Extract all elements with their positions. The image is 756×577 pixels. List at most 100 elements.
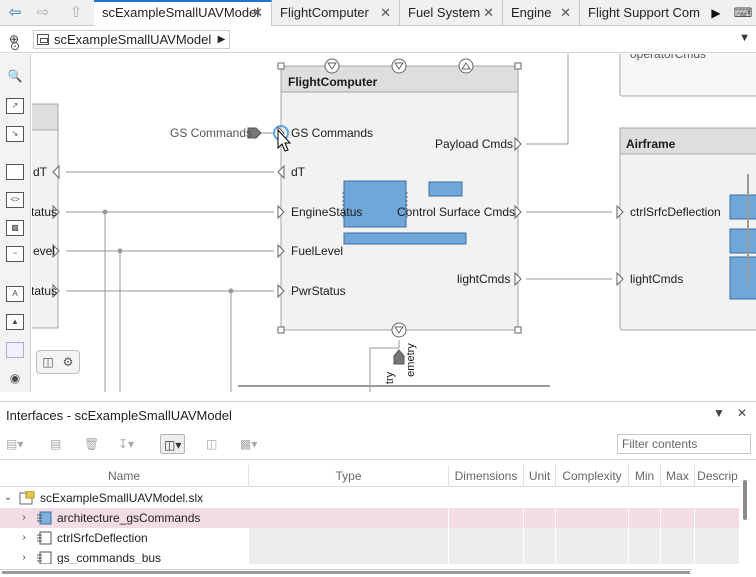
table-vertical-scrollbar[interactable] (743, 480, 747, 520)
tab-engine[interactable]: Engine ✕ (503, 0, 580, 26)
bus-interface-icon (36, 511, 52, 525)
close-icon[interactable]: ✕ (252, 2, 263, 24)
column-header[interactable]: Complexity (556, 465, 629, 487)
component-icon[interactable] (6, 164, 24, 180)
unit-cell[interactable] (524, 548, 556, 564)
column-header[interactable]: Max (661, 465, 695, 487)
column-header[interactable]: Descrip (695, 465, 740, 487)
table-row[interactable]: ⌄ scExampleSmallUAVModel.slx (0, 488, 740, 508)
unit-cell[interactable] (524, 528, 556, 548)
port-label: try (384, 371, 397, 385)
dimensions-cell[interactable] (449, 528, 524, 548)
table-row[interactable]: › ctrlSrfcDeflection (0, 528, 740, 548)
column-header[interactable]: Dimensions (449, 465, 524, 487)
max-cell[interactable] (661, 548, 695, 564)
back-arrow-icon[interactable]: ⇦ (4, 3, 26, 23)
type-cell[interactable] (249, 528, 449, 548)
tab-label: Flight Support Com (588, 5, 700, 20)
tab-flightcomputer[interactable]: FlightComputer ✕ (272, 0, 400, 26)
table-row[interactable]: › gs_commands_bus (0, 548, 740, 564)
dimensions-cell[interactable] (449, 508, 524, 528)
save-dictionary-icon[interactable]: ◫ (206, 434, 217, 454)
annotation-icon[interactable]: A (6, 286, 24, 302)
column-header[interactable]: Min (629, 465, 661, 487)
port-label: operatorCmds (630, 54, 707, 61)
column-header[interactable]: Unit (524, 465, 556, 487)
breadcrumb-label: scExampleSmallUAVModel (54, 32, 212, 47)
close-icon[interactable]: ✕ (380, 0, 391, 26)
type-cell[interactable] (249, 548, 449, 564)
column-header[interactable]: Name (0, 465, 249, 487)
tab-label: Fuel System (408, 5, 481, 20)
filter-input[interactable] (617, 434, 751, 454)
fit-to-view-icon[interactable]: ↗ (6, 98, 24, 114)
port-label: emetry (404, 343, 417, 377)
chevron-right-icon[interactable]: › (18, 548, 30, 564)
port-label: PwrStatus (291, 284, 346, 298)
close-icon[interactable]: ✕ (483, 0, 494, 26)
area-icon[interactable] (6, 342, 24, 358)
close-icon[interactable]: ✕ (737, 406, 747, 420)
close-icon[interactable]: ✕ (560, 0, 571, 26)
keyboard-icon[interactable]: ⌨ (731, 4, 755, 22)
description-cell[interactable] (695, 508, 740, 528)
bus-interface-icon (36, 551, 52, 564)
breadcrumb[interactable]: scExampleSmallUAVModel ▶ (33, 30, 231, 49)
tab-scroll-right-icon[interactable]: ▶ (708, 4, 724, 22)
chevron-down-icon[interactable]: ▼ (739, 32, 750, 44)
image-icon[interactable]: ▲ (6, 314, 24, 330)
unit-cell[interactable] (524, 508, 556, 528)
port-label: GS Commands (291, 126, 374, 140)
tab-fuel-system[interactable]: Fuel System ✕ (400, 0, 503, 26)
chevron-right-icon[interactable]: › (18, 508, 30, 528)
bus-interface-icon (36, 531, 52, 545)
description-cell[interactable] (695, 528, 740, 548)
port-label: dT (291, 165, 306, 179)
chevron-right-icon[interactable]: › (18, 528, 30, 548)
tab-label: FlightComputer (280, 5, 369, 20)
reference-component-icon[interactable]: <> (6, 192, 24, 208)
column-header[interactable]: Type (249, 465, 449, 487)
complexity-cell[interactable] (556, 548, 629, 564)
model-file-icon (19, 490, 35, 505)
complexity-cell[interactable] (556, 528, 629, 548)
dimensions-cell[interactable] (449, 548, 524, 564)
scrollbar-thumb[interactable] (2, 571, 690, 574)
export-icon[interactable]: ▩▾ (240, 434, 257, 454)
forward-arrow-icon[interactable]: ⇨ (32, 3, 54, 23)
variant-component-icon[interactable]: ▩ (6, 220, 24, 236)
camera-icon[interactable]: ◉ (6, 370, 24, 386)
table-row[interactable]: › architecture_gsCommands (0, 508, 740, 528)
add-element-icon[interactable]: ▤ (50, 434, 61, 454)
row-cells (249, 548, 740, 564)
zoom-area-icon[interactable]: ↘ (6, 126, 24, 142)
min-cell[interactable] (629, 528, 661, 548)
hide-explorer-icon[interactable]: ⊙ (6, 38, 24, 54)
hierarchy-icon[interactable]: ⚙ (60, 354, 76, 370)
min-cell[interactable] (629, 548, 661, 564)
max-cell[interactable] (661, 528, 695, 548)
delete-icon[interactable]: 🗑 (84, 434, 99, 454)
add-interface-icon[interactable]: ▤▾ (6, 434, 23, 454)
tab-scexamplesmalluavmodel[interactable]: scExampleSmallUAVModel ✕ (94, 0, 272, 26)
zoom-in-icon[interactable]: 🔍 (6, 68, 24, 84)
tab-flight-support-com[interactable]: Flight Support Com (580, 0, 708, 26)
dictionary-icon[interactable]: ◫▾ (160, 434, 186, 454)
adapter-icon[interactable]: ~ (6, 246, 24, 262)
diagram-canvas[interactable]: FlightComputer GS Commands dT EngineStat… (32, 54, 756, 392)
max-cell[interactable] (661, 508, 695, 528)
panel-menu-icon[interactable]: ▼ (713, 406, 725, 420)
port-label: dT (33, 165, 48, 179)
up-arrow-icon[interactable]: ⇧ (65, 3, 87, 23)
tab-strip: ⇦ ⇨ ⇧ scExampleSmallUAVModel ✕ FlightCom… (0, 0, 756, 26)
description-cell[interactable] (695, 548, 740, 564)
min-cell[interactable] (629, 508, 661, 528)
chevron-down-icon[interactable]: ⌄ (2, 488, 14, 508)
panel-title: Interfaces - scExampleSmallUAVModel (6, 408, 232, 423)
type-cell[interactable] (249, 508, 449, 528)
import-icon[interactable]: ↧▾ (118, 434, 134, 454)
database-icon[interactable]: ◫ (40, 354, 56, 370)
port-label: evel (33, 244, 56, 258)
complexity-cell[interactable] (556, 508, 629, 528)
table-horizontal-scrollbar[interactable] (0, 569, 692, 574)
